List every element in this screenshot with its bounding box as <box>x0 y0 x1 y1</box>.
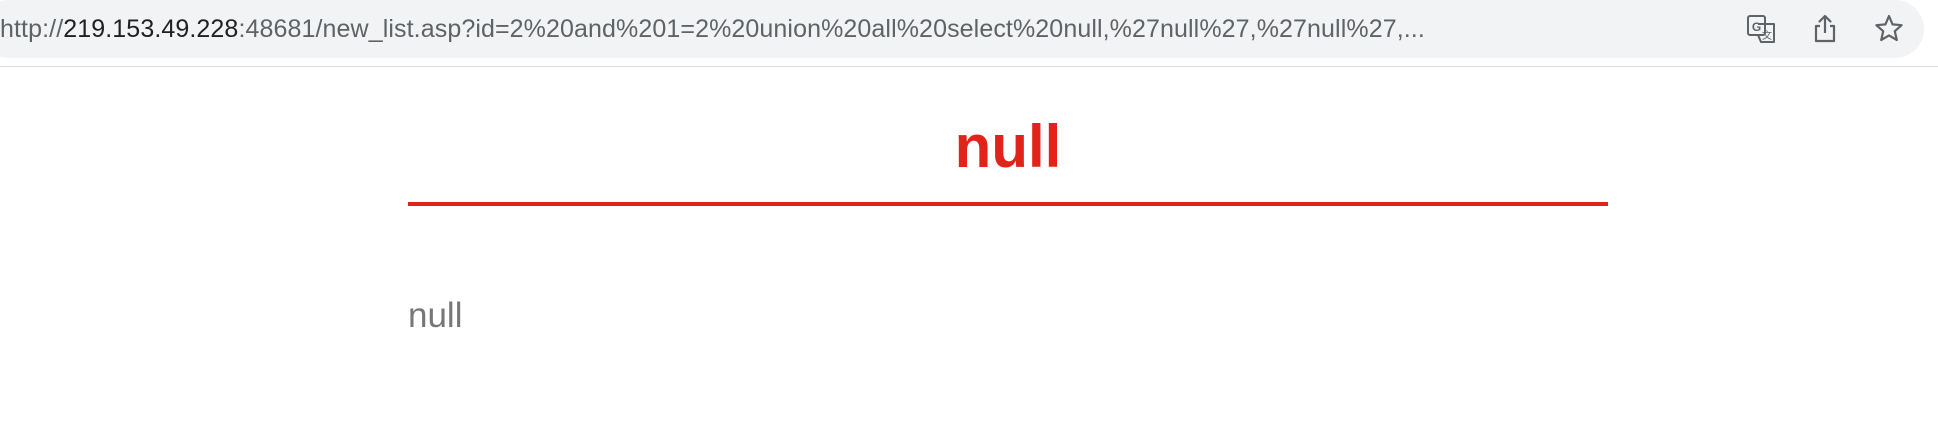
article-body: null <box>408 296 463 335</box>
url-path: :48681/new_list.asp?id=2%20and%201=2%20u… <box>238 15 1425 43</box>
title-divider <box>408 202 1608 206</box>
svg-text:文: 文 <box>1762 29 1772 42</box>
page-content: null null <box>0 67 1938 446</box>
svg-text:G: G <box>1752 20 1761 34</box>
url-host: 219.153.49.228 <box>63 15 239 43</box>
share-icon[interactable] <box>1808 12 1842 46</box>
url-scheme: http:// <box>0 15 64 43</box>
url-text[interactable]: http://219.153.49.228:48681/new_list.asp… <box>0 14 1690 44</box>
star-icon[interactable] <box>1872 12 1906 46</box>
browser-toolbar: http://219.153.49.228:48681/new_list.asp… <box>0 0 1938 67</box>
translate-icon[interactable]: G 文 <box>1744 12 1778 46</box>
address-bar[interactable]: http://219.153.49.228:48681/new_list.asp… <box>0 0 1924 58</box>
page-title: null <box>954 113 1062 180</box>
